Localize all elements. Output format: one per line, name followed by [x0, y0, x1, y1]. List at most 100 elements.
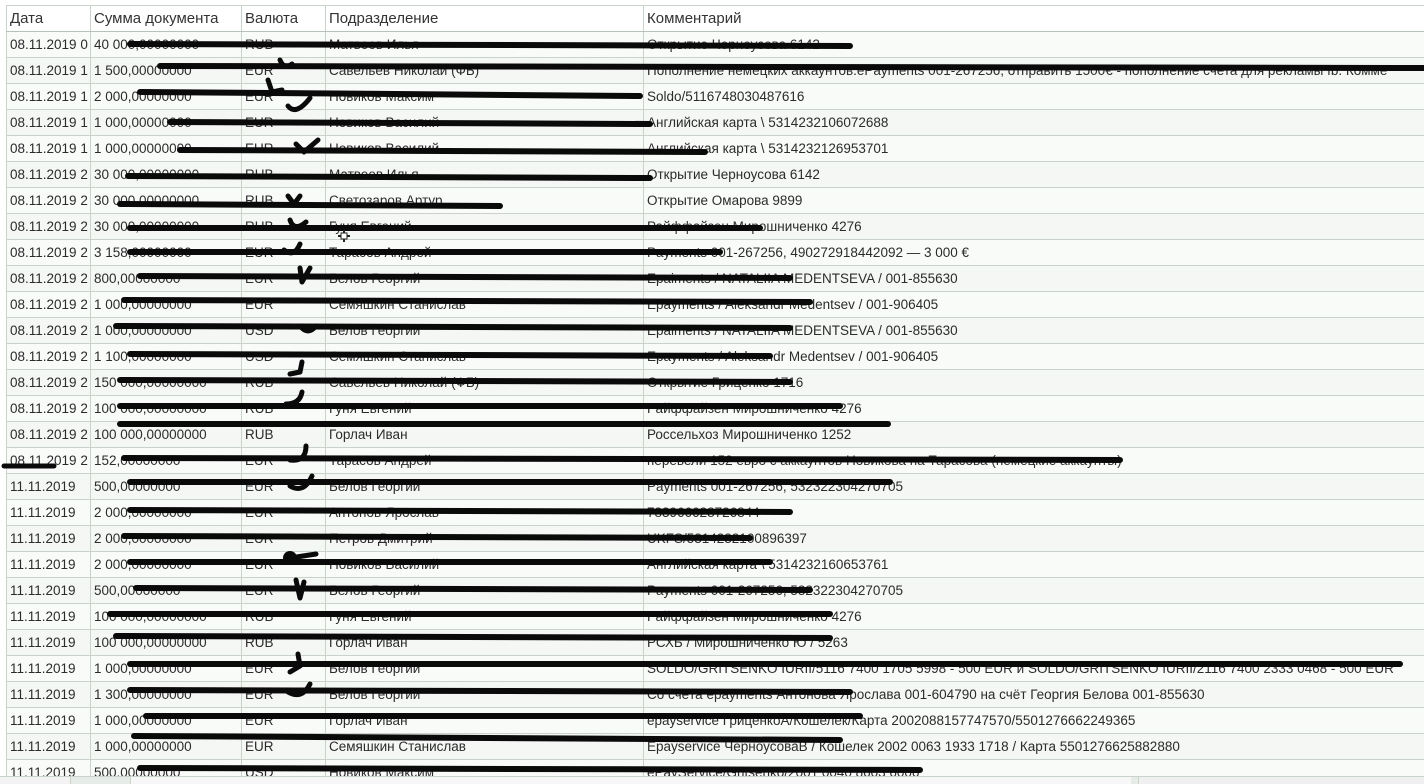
cell-comment[interactable]: Пополнение немецких аккаунтов.ePayments …: [643, 57, 1424, 84]
cell-amount[interactable]: 1 000,00000000: [90, 109, 242, 136]
cell-department[interactable]: Белов Георгий: [325, 473, 644, 500]
cell-amount[interactable]: 1 000,00000000: [90, 291, 242, 318]
cell-amount[interactable]: 150 000,00000000: [90, 369, 242, 396]
cell-comment[interactable]: Райффайзен Мирошниченко 4276: [643, 213, 1424, 240]
cell-currency[interactable]: EUR: [241, 681, 326, 708]
cell-date[interactable]: 08.11.2019 2: [6, 421, 91, 448]
cell-department[interactable]: Матвеев Илья: [325, 31, 644, 58]
table-row[interactable]: 08.11.2019 2 152,00000000 EUR Тарасов Андре…: [6, 447, 1424, 474]
cell-comment[interactable]: Payments 001-267256, 532322304270705: [643, 577, 1424, 604]
cell-amount[interactable]: 3 158,00000000: [90, 239, 242, 266]
table-row[interactable]: 08.11.2019 2 100 000,00000000 RUB Горлач Ив…: [6, 421, 1424, 448]
cell-date[interactable]: 08.11.2019 1: [6, 109, 91, 136]
cell-date[interactable]: 08.11.2019 0: [6, 31, 91, 58]
cell-date[interactable]: 08.11.2019 1: [6, 135, 91, 162]
cell-comment[interactable]: Epayservice ЧерноусоваВ / Кошелек 2002 0…: [643, 733, 1424, 760]
cell-date[interactable]: 11.11.2019: [6, 707, 91, 734]
cell-currency[interactable]: EUR: [241, 473, 326, 500]
cell-amount[interactable]: 500,00000000: [90, 577, 242, 604]
cell-currency[interactable]: EUR: [241, 577, 326, 604]
cell-department[interactable]: Петров Дмитрий: [325, 525, 644, 552]
cell-date[interactable]: 11.11.2019: [6, 681, 91, 708]
cell-department[interactable]: Белов Георгий: [325, 265, 644, 292]
table-row[interactable]: 11.11.2019 1 000,00000000 EUR Семяшкин Стан…: [6, 733, 1424, 760]
table-row[interactable]: 11.11.2019 500,00000000 EUR Белов Георгий Pa…: [6, 577, 1424, 604]
cell-currency[interactable]: EUR: [241, 83, 326, 110]
cell-date[interactable]: 11.11.2019: [6, 473, 91, 500]
column-header-department[interactable]: Подразделение: [325, 5, 644, 32]
cell-department[interactable]: Гуня Евгений: [325, 213, 644, 240]
cell-date[interactable]: 08.11.2019 2: [6, 213, 91, 240]
cell-department[interactable]: Светозаров Артур: [325, 187, 644, 214]
cell-currency[interactable]: EUR: [241, 239, 326, 266]
table-row[interactable]: 08.11.2019 2 800,00000000 EUR Белов Георгий…: [6, 265, 1424, 292]
table-row[interactable]: 08.11.2019 21 000,00000000 USD Белов Георг…: [6, 317, 1424, 344]
cell-date[interactable]: 11.11.2019: [6, 629, 91, 656]
cell-amount[interactable]: 1 000,00000000: [90, 135, 242, 162]
cell-date[interactable]: 11.11.2019: [6, 551, 91, 578]
cell-date[interactable]: 08.11.2019 2: [6, 447, 91, 474]
cell-department[interactable]: Антонов Ярослав: [325, 499, 644, 526]
cell-department[interactable]: Тарасов Андрей: [325, 447, 644, 474]
cell-currency[interactable]: EUR: [241, 707, 326, 734]
cell-date[interactable]: 08.11.2019 2: [6, 317, 91, 344]
cell-date[interactable]: 11.11.2019: [6, 603, 91, 630]
cell-comment[interactable]: Со счёта epayments Антонова Ярослава 001…: [643, 681, 1424, 708]
cell-date[interactable]: 08.11.2019 2: [6, 187, 91, 214]
cell-comment[interactable]: Райффайзен Мирошниченко 4276: [643, 395, 1424, 422]
cell-date[interactable]: 08.11.2019 2: [6, 395, 91, 422]
cell-date[interactable]: 11.11.2019: [6, 577, 91, 604]
cell-department[interactable]: Семяшкин Станислав: [325, 733, 644, 760]
cell-amount[interactable]: 30 000,00000000: [90, 213, 242, 240]
cell-comment[interactable]: Epaiments / NATALIIA MEDENTSEVA / 001-85…: [643, 317, 1424, 344]
cell-date[interactable]: 08.11.2019 2: [6, 291, 91, 318]
cell-amount[interactable]: 100 000,00000000: [90, 395, 242, 422]
cell-department[interactable]: Семяшкин Станислав: [325, 343, 644, 370]
table-row[interactable]: 08.11.2019 2 30 000,00000000 RUB Светозаров…: [6, 187, 1424, 214]
table-row[interactable]: 08.11.2019 2 100 000,00000000 RUB Гуня Евге…: [6, 395, 1424, 422]
column-header-date[interactable]: Дата: [6, 5, 91, 32]
cell-department[interactable]: Горлач Иван: [325, 421, 644, 448]
cell-amount[interactable]: 40 000,00000000: [90, 31, 242, 58]
cell-amount[interactable]: 2 000,00000000: [90, 83, 242, 110]
cell-department[interactable]: Новиков Василий: [325, 551, 644, 578]
cell-department[interactable]: Савельев Николай (ФБ): [325, 369, 644, 396]
table-row[interactable]: 08.11.2019 11 000,00000000 EUR Новиков Вас…: [6, 135, 1424, 162]
cell-department[interactable]: Белов Георгий: [325, 577, 644, 604]
cell-comment[interactable]: epayservice ГриценкоА/Кошелек/Карта 2002…: [643, 707, 1424, 734]
cell-department[interactable]: Новиков Василий: [325, 109, 644, 136]
cell-currency[interactable]: RUB: [241, 395, 326, 422]
scrollbar-track[interactable]: [130, 777, 1131, 784]
cell-date[interactable]: 11.11.2019: [6, 733, 91, 760]
cell-currency[interactable]: RUB: [241, 369, 326, 396]
cell-amount[interactable]: 2 000,00000000: [90, 499, 242, 526]
cell-amount[interactable]: 500,00000000: [90, 473, 242, 500]
cell-comment[interactable]: Payments 001-267256, 532322304270705: [643, 473, 1424, 500]
cell-amount[interactable]: 1 100,00000000: [90, 343, 242, 370]
cell-comment[interactable]: Epayments / Aleksandr Medentsev / 001-90…: [643, 291, 1424, 318]
cell-amount[interactable]: 2 000,00000000: [90, 551, 242, 578]
sheet-tab-area[interactable]: [0, 777, 71, 784]
cell-comment[interactable]: 783966628726844: [643, 499, 1424, 526]
cell-comment[interactable]: Epayments / Aleksandr Medentsev / 001-90…: [643, 343, 1424, 370]
cell-amount[interactable]: 1 000,00000000: [90, 733, 242, 760]
cell-currency[interactable]: EUR: [241, 655, 326, 682]
cell-date[interactable]: 08.11.2019 2: [6, 265, 91, 292]
cell-comment[interactable]: Открытие Черноусова 6142: [643, 31, 1424, 58]
cell-currency[interactable]: RUB: [241, 421, 326, 448]
table-row[interactable]: 11.11.2019 100 000,00000000 RUB Горлач Иван…: [6, 629, 1424, 656]
table-row[interactable]: 08.11.2019 2 150 000,00000000 RUB Савельев …: [6, 369, 1424, 396]
cell-amount[interactable]: 30 000,00000000: [90, 187, 242, 214]
cell-date[interactable]: 08.11.2019 2: [6, 343, 91, 370]
cell-comment[interactable]: Открытие Черноусова 6142: [643, 161, 1424, 188]
table-row[interactable]: 11.11.2019 2 000,00000000 EUR Новиков Васил…: [6, 551, 1424, 578]
cell-date[interactable]: 08.11.2019 2: [6, 239, 91, 266]
cell-department[interactable]: Белов Георгий: [325, 681, 644, 708]
cell-department[interactable]: Тарасов Андрей: [325, 239, 644, 266]
cell-date[interactable]: 08.11.2019 1: [6, 83, 91, 110]
scrollbar-right-area[interactable]: [1138, 777, 1424, 784]
cell-currency[interactable]: RUB: [241, 603, 326, 630]
cell-department[interactable]: Матвеев Илья: [325, 161, 644, 188]
cell-amount[interactable]: 1 000,00000000: [90, 707, 242, 734]
column-header-amount[interactable]: Сумма документа: [90, 5, 242, 32]
